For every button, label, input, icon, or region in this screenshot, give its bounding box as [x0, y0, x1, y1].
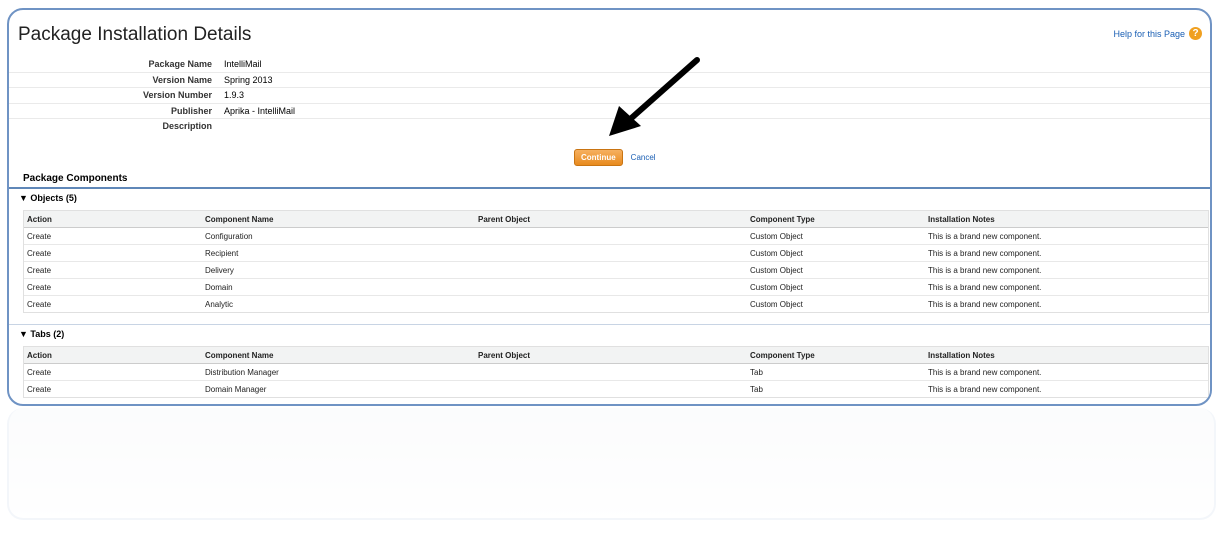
cell: Create: [27, 299, 52, 309]
cell: Custom Object: [750, 282, 803, 292]
column-header: Component Type: [750, 214, 815, 224]
cell: Custom Object: [750, 299, 803, 309]
cell: This is a brand new component.: [928, 265, 1042, 275]
detail-label: Version Number: [142, 90, 212, 101]
column-header: Action: [27, 350, 52, 360]
page-title: Package Installation Details: [18, 24, 252, 45]
column-header: Parent Object: [478, 214, 531, 224]
cell: This is a brand new component.: [928, 282, 1042, 292]
cell: Distribution Manager: [205, 367, 279, 377]
tabs-group-toggle[interactable]: ▼ Tabs (2): [19, 329, 64, 339]
objects-group-toggle[interactable]: ▼ Objects (5): [19, 193, 77, 203]
detail-label: Description: [162, 121, 212, 132]
cell: Configuration: [205, 231, 253, 241]
cell: Create: [27, 384, 52, 394]
cell: Create: [27, 367, 52, 377]
detail-value: 1.9.3: [224, 90, 245, 101]
group-divider: [9, 324, 1210, 325]
panel-reflection: [7, 408, 1216, 520]
annotation-arrow-icon: [609, 57, 700, 136]
cell: Custom Object: [750, 248, 803, 258]
action-bar: Continue Cancel: [574, 149, 656, 166]
cell: Tab: [750, 384, 763, 394]
cell: Delivery: [205, 265, 234, 275]
column-header: Component Name: [205, 350, 274, 360]
column-header: Installation Notes: [928, 350, 995, 360]
section-title: Package Components: [23, 173, 128, 184]
detail-label: Publisher: [170, 105, 212, 116]
table-header: Action Component Name Parent Object Comp…: [24, 347, 1208, 364]
detail-label: Package Name: [148, 59, 212, 70]
table-row: Create Distribution Manager Tab This is …: [24, 364, 1208, 381]
detail-label: Version Name: [152, 74, 212, 85]
cell: Custom Object: [750, 231, 803, 241]
cancel-link[interactable]: Cancel: [631, 153, 656, 162]
table-row: Create Domain Manager Tab This is a bran…: [24, 381, 1208, 397]
tabs-table: Action Component Name Parent Object Comp…: [23, 346, 1209, 398]
table-header: Action Component Name Parent Object Comp…: [24, 211, 1208, 228]
column-header: Component Name: [205, 214, 274, 224]
help-label[interactable]: Help for this Page: [1113, 29, 1185, 39]
column-header: Installation Notes: [928, 214, 995, 224]
cell: Recipient: [205, 248, 239, 258]
detail-value: IntelliMail: [224, 59, 262, 70]
column-header: Action: [27, 214, 52, 224]
cell: This is a brand new component.: [928, 367, 1042, 377]
question-icon[interactable]: ?: [1189, 27, 1202, 40]
cell: This is a brand new component.: [928, 231, 1042, 241]
detail-value: Spring 2013: [224, 74, 273, 85]
cell: Domain Manager: [205, 384, 267, 394]
table-row: Create Recipient Custom Object This is a…: [24, 245, 1208, 262]
table-row: Create Domain Custom Object This is a br…: [24, 279, 1208, 296]
continue-button[interactable]: Continue: [574, 149, 623, 166]
cell: Domain: [205, 282, 233, 292]
table-row: Create Delivery Custom Object This is a …: [24, 262, 1208, 279]
cell: Create: [27, 282, 52, 292]
table-row: Create Configuration Custom Object This …: [24, 228, 1208, 245]
detail-value: Aprika - IntelliMail: [224, 105, 296, 116]
cell: This is a brand new component.: [928, 248, 1042, 258]
section-divider: [9, 187, 1210, 189]
cell: Analytic: [205, 299, 234, 309]
cell: This is a brand new component.: [928, 299, 1042, 309]
column-header: Component Type: [750, 350, 815, 360]
cell: Tab: [750, 367, 763, 377]
cell: Create: [27, 231, 52, 241]
column-header: Parent Object: [478, 350, 531, 360]
table-row: Create Analytic Custom Object This is a …: [24, 296, 1208, 312]
help-link[interactable]: Help for this Page ?: [1113, 27, 1202, 40]
cell: Create: [27, 265, 52, 275]
cell: Create: [27, 248, 52, 258]
cell: Custom Object: [750, 265, 803, 275]
cell: This is a brand new component.: [928, 384, 1042, 394]
objects-table: Action Component Name Parent Object Comp…: [23, 210, 1209, 313]
